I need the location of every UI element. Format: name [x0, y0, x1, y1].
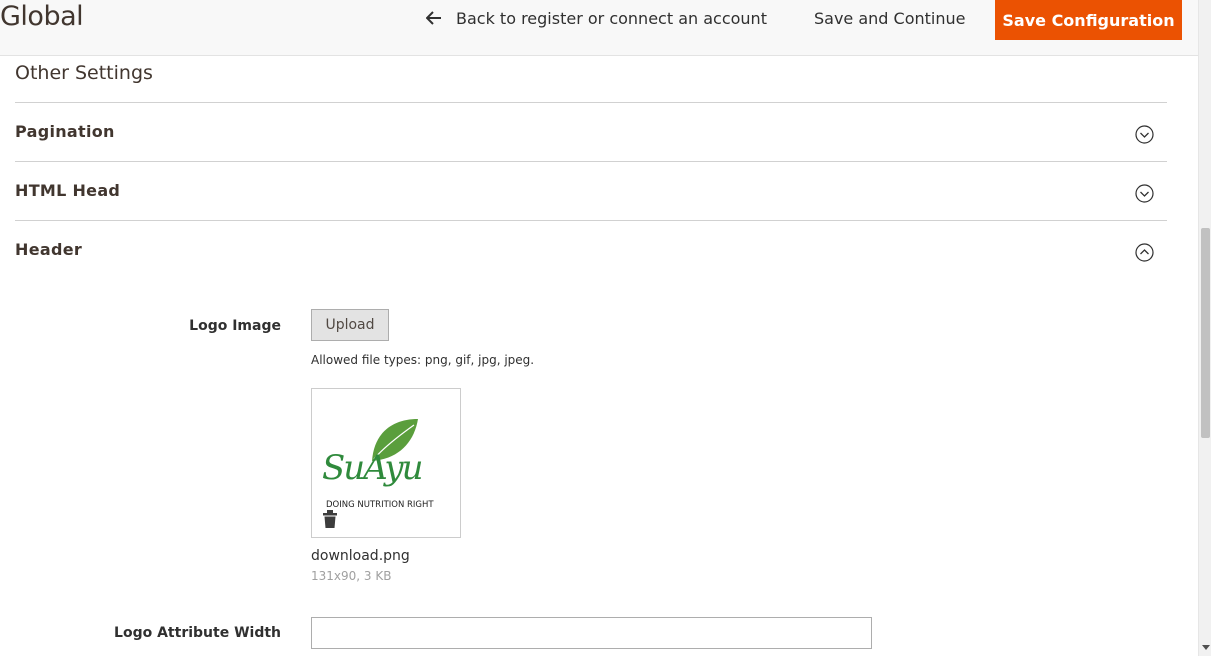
- section-heading: Other Settings: [15, 62, 153, 84]
- trash-icon[interactable]: [322, 509, 338, 529]
- svg-text:DOING NUTRITION RIGHT: DOING NUTRITION RIGHT: [326, 500, 434, 510]
- logo-preview: SuAyu DOING NUTRITION RIGHT: [311, 388, 461, 538]
- divider: [15, 220, 1167, 221]
- logo-image: SuAyu DOING NUTRITION RIGHT: [322, 419, 434, 510]
- divider: [15, 102, 1167, 103]
- chevron-down-circle-icon[interactable]: [1135, 125, 1154, 144]
- group-header-title[interactable]: Header: [15, 240, 82, 259]
- back-link-label: Back to register or connect an account: [456, 8, 767, 28]
- vertical-scrollbar[interactable]: [1198, 0, 1211, 656]
- file-name: download.png: [311, 548, 410, 564]
- group-pagination-title[interactable]: Pagination: [15, 122, 115, 141]
- logo-attribute-width-input[interactable]: [311, 617, 872, 649]
- divider: [15, 161, 1167, 162]
- upload-button[interactable]: Upload: [311, 309, 389, 341]
- logo-image-label: Logo Image: [189, 318, 281, 334]
- file-meta: 131x90, 3 KB: [311, 569, 392, 583]
- page-actions-bar: Global Back to register or connect an ac…: [0, 0, 1198, 56]
- scroll-down-arrow-icon[interactable]: [1202, 645, 1210, 650]
- svg-text:SuAyu: SuAyu: [322, 448, 422, 488]
- save-configuration-button[interactable]: Save Configuration: [995, 0, 1182, 40]
- save-and-continue-button[interactable]: Save and Continue: [814, 7, 966, 29]
- group-html-head-title[interactable]: HTML Head: [15, 181, 120, 200]
- back-link[interactable]: Back to register or connect an account: [426, 7, 767, 29]
- logo-attribute-width-label: Logo Attribute Width: [114, 625, 281, 641]
- allowed-file-types-note: Allowed file types: png, gif, jpg, jpeg.: [311, 353, 535, 367]
- page-title: Global: [0, 1, 84, 32]
- scrollbar-thumb[interactable]: [1201, 228, 1210, 438]
- chevron-up-circle-icon[interactable]: [1135, 243, 1154, 262]
- arrow-left-icon: [426, 11, 441, 25]
- chevron-down-circle-icon[interactable]: [1135, 184, 1154, 203]
